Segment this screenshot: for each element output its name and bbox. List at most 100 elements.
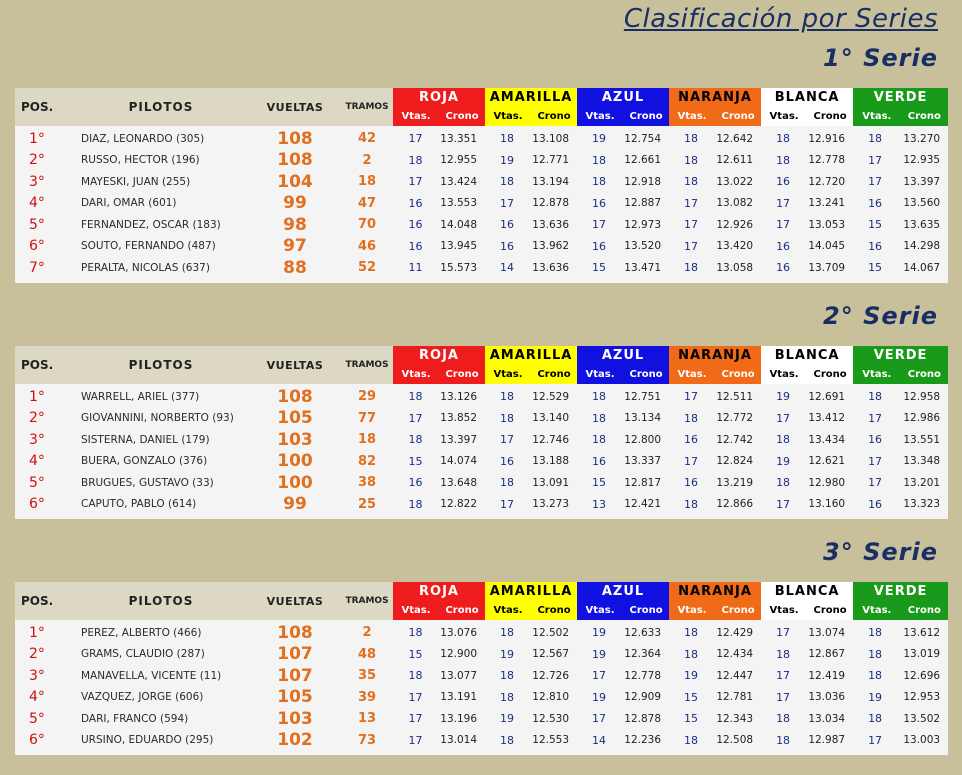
lane-header-blanca: BLANCA Vtas. Crono (761, 346, 854, 384)
lane-sub-crono: Crono (537, 111, 571, 122)
table-row: 4° DARI, OMAR (601) 99 47 16 13.553 17 12.878 16… (15, 193, 948, 215)
lane-sub-crono: Crono (537, 369, 571, 380)
segments-cell: 52 (357, 260, 377, 276)
lane-laps-cell: 18 (684, 132, 699, 146)
lane-time-cell: 12.878 (624, 712, 662, 725)
lane-laps-cell: 17 (868, 411, 883, 425)
lane-laps-cell: 17 (500, 497, 515, 511)
segments-cell: 77 (357, 410, 377, 426)
lane-time-cell: 12.364 (624, 648, 662, 661)
lane-laps-cell: 18 (776, 647, 791, 661)
lane-laps-cell: 16 (500, 454, 515, 468)
lane-time-cell: 13.036 (808, 691, 846, 704)
lane-time-cell: 12.900 (440, 648, 478, 661)
results-table: POS. PILOTOS VUELTAS TRAMOS ROJA Vtas. Crono AM… (15, 346, 949, 515)
pilot-name-cell: FERNANDEZ, OSCAR (183) (81, 218, 221, 231)
lane-laps-cell: 18 (500, 690, 515, 704)
lane-time-cell: 13.076 (440, 626, 478, 639)
table-row: 4° BUERA, GONZALO (376) 100 82 15 14.074 16 13.… (15, 451, 948, 473)
laps-total-cell: 100 (277, 451, 313, 472)
lane-time-cell: 12.726 (532, 669, 570, 682)
lane-laps-cell: 18 (500, 132, 515, 146)
laps-total-cell: 99 (283, 494, 307, 515)
segments-cell: 70 (357, 217, 377, 233)
lane-laps-cell: 15 (408, 647, 423, 661)
position-cell: 4° (29, 195, 45, 212)
header-pilotos: PILOTOS (73, 582, 249, 620)
lane-laps-cell: 17 (776, 497, 791, 511)
lane-laps-cell: 18 (408, 669, 423, 683)
lane-header-azul: AZUL Vtas. Crono (577, 346, 670, 384)
lane-laps-cell: 17 (868, 476, 883, 490)
table-row: 2° GIOVANNINI, NORBERTO (93) 105 77 17 13.852… (15, 408, 948, 430)
pilot-name-cell: DARI, FRANCO (594) (81, 712, 189, 725)
table-header-row: POS. PILOTOS VUELTAS TRAMOS ROJA Vtas. Crono AM… (15, 88, 949, 126)
lane-time-cell: 13.091 (532, 476, 570, 489)
lane-laps-cell: 17 (408, 733, 423, 747)
lane-time-cell: 12.878 (532, 197, 570, 210)
lane-laps-cell: 17 (868, 454, 883, 468)
lane-laps-cell: 18 (500, 476, 515, 490)
table-header-row: POS. PILOTOS VUELTAS TRAMOS ROJA Vtas. Crono AM… (15, 346, 949, 384)
lane-laps-cell: 15 (684, 712, 699, 726)
lane-laps-cell: 17 (776, 218, 791, 232)
lane-time-cell: 12.421 (624, 498, 662, 511)
lane-time-cell: 12.909 (624, 691, 662, 704)
results-table: POS. PILOTOS VUELTAS TRAMOS ROJA Vtas. Crono AM… (15, 88, 949, 279)
lane-laps-cell: 17 (408, 175, 423, 189)
table-row: 4° VAZQUEZ, JORGE (606) 105 39 17 13.191 18 12.… (15, 687, 948, 709)
segments-cell: 13 (357, 711, 377, 727)
lane-time-cell: 12.781 (716, 691, 754, 704)
lane-laps-cell: 18 (776, 712, 791, 726)
lane-laps-cell: 16 (408, 476, 423, 490)
lane-sub-vtas: Vtas. (677, 369, 707, 380)
lane-name: VERDE (873, 584, 928, 599)
pilot-name-cell: RUSSO, HECTOR (196) (81, 154, 200, 167)
laps-total-cell: 105 (277, 687, 313, 708)
lane-laps-cell: 18 (868, 647, 883, 661)
lane-time-cell: 12.810 (532, 691, 570, 704)
lane-time-cell: 12.633 (624, 626, 662, 639)
lane-name: AMARILLA (489, 348, 573, 363)
lane-laps-cell: 18 (500, 626, 515, 640)
pilot-name-cell: DIAZ, LEONARDO (305) (81, 132, 205, 145)
lane-header-azul: AZUL Vtas. Crono (577, 582, 670, 620)
position-cell: 6° (29, 496, 45, 513)
lane-laps-cell: 18 (500, 411, 515, 425)
lane-name: ROJA (419, 348, 459, 363)
segments-cell: 2 (362, 625, 372, 641)
lane-time-cell: 13.551 (903, 433, 941, 446)
lane-time-cell: 13.962 (532, 240, 570, 253)
pilot-name-cell: MANAVELLA, VICENTE (11) (81, 669, 222, 682)
lane-time-cell: 13.612 (903, 626, 941, 639)
pilot-name-cell: DARI, OMAR (601) (81, 197, 177, 210)
lane-time-cell: 12.953 (903, 691, 941, 704)
pilot-name-cell: MAYESKI, JUAN (255) (81, 175, 191, 188)
pilot-name-cell: CAPUTO, PABLO (614) (81, 498, 197, 511)
laps-total-cell: 103 (277, 429, 313, 450)
lane-time-cell: 14.048 (440, 218, 478, 231)
lane-laps-cell: 14 (500, 261, 515, 275)
lane-time-cell: 13.134 (624, 412, 662, 425)
table-row: 1° DIAZ, LEONARDO (305) 108 42 17 13.351 18 13.… (15, 126, 948, 150)
segments-cell: 42 (357, 131, 377, 147)
table-row: 1° WARRELL, ARIEL (377) 108 29 18 13.126 18 12.… (15, 384, 948, 408)
lane-laps-cell: 16 (408, 239, 423, 253)
lane-time-cell: 13.397 (440, 433, 478, 446)
lane-laps-cell: 18 (592, 153, 607, 167)
lane-laps-cell: 17 (684, 454, 699, 468)
lane-sub-vtas: Vtas. (769, 111, 799, 122)
lane-sub-vtas: Vtas. (862, 605, 892, 616)
laps-total-cell: 108 (277, 150, 313, 171)
lane-sub-crono: Crono (721, 369, 755, 380)
lane-time-cell: 13.003 (903, 734, 941, 747)
table-row: 2° GRAMS, CLAUDIO (287) 107 48 15 12.900 19 12.… (15, 644, 948, 666)
lane-laps-cell: 15 (868, 261, 883, 275)
lane-sub-crono: Crono (721, 111, 755, 122)
lane-laps-cell: 18 (500, 733, 515, 747)
lane-sub-crono: Crono (721, 605, 755, 616)
position-cell: 3° (29, 431, 45, 448)
lane-name: AZUL (601, 90, 645, 105)
lane-laps-cell: 17 (868, 153, 883, 167)
lane-name: BLANCA (774, 348, 840, 363)
